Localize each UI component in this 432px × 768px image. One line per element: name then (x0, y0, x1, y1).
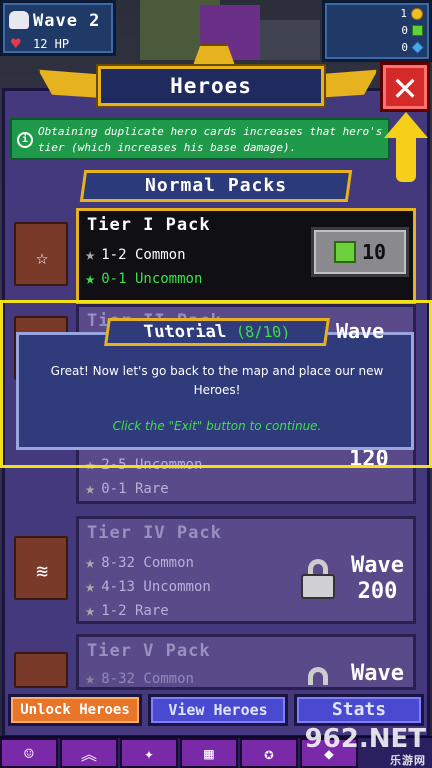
star-icon: ★ (85, 479, 96, 499)
nav-hero-icon[interactable]: ☺ (0, 738, 58, 768)
pack-cost: 10 (361, 240, 387, 264)
buy-pack-button[interactable]: 10 (311, 227, 409, 277)
pack-book-icon (14, 652, 68, 688)
pack-odds: 8-32 Common (101, 555, 194, 571)
star-icon: ★ (85, 245, 96, 265)
coin-icon (411, 7, 423, 20)
blue-gem-icon (411, 41, 424, 54)
tutorial-progress: (8/10) (234, 323, 292, 341)
star-icon: ★ (85, 269, 96, 289)
pack-odds: 0-1 Uncommon (101, 271, 203, 287)
pack-book-icon: ☆ (14, 222, 68, 286)
green-gem-icon (333, 241, 356, 263)
nav-shop-icon[interactable]: ▦ (180, 738, 238, 768)
wave-label: Wave (351, 661, 404, 686)
watermark: 962.NET 乐游网 (304, 724, 426, 767)
pack-name: Tier V Pack (87, 641, 211, 661)
watermark-sub: 乐游网 (390, 754, 426, 767)
pack-odds: 1-2 Rare (101, 603, 169, 619)
tutorial-hint: Click the "Exit" button to continue. (112, 419, 322, 433)
skull-icon (9, 11, 29, 29)
pack-odds: 1-2 Common (101, 247, 186, 263)
pack-name: Tier I Pack (87, 215, 211, 235)
close-button[interactable]: ✕ (380, 62, 430, 112)
pack-name: Tier IV Pack (87, 523, 222, 543)
green-gem-icon (412, 25, 423, 36)
tutorial-title: Tutorial (8/10) (104, 318, 330, 346)
pack-odds: 4-13 Uncommon (101, 579, 211, 595)
stats-button[interactable]: Stats (294, 694, 424, 726)
view-heroes-button[interactable]: View Heroes (148, 694, 288, 726)
wave-requirement: Wave 200 (351, 553, 404, 605)
heart-icon: ♥ (11, 34, 21, 53)
watermark-text: 962.NET (304, 724, 426, 754)
star-icon: ★ (85, 577, 96, 597)
nav-medal-icon[interactable]: ✪ (240, 738, 298, 768)
lock-icon (301, 667, 335, 689)
pack-card[interactable]: Tier I Pack ★ 1-2 Common ★ 0-1 Uncommon 10 (76, 208, 416, 304)
wave-label: Wave (351, 553, 404, 578)
pack-card[interactable]: Tier V Pack ★ 8-32 Common Wave (76, 634, 416, 690)
wave-counter: Wave 2 (33, 11, 101, 31)
tutorial-title-text: Tutorial (142, 322, 228, 342)
wave-label: Wave (336, 319, 385, 343)
nav-upgrade-icon[interactable]: ︽ (60, 738, 118, 768)
wave-value: 200 (357, 579, 398, 604)
wave-requirement: Wave (336, 318, 384, 344)
green-gem-count: 0 (401, 24, 408, 37)
section-header: Normal Packs (79, 170, 353, 202)
pack-odds: 8-32 Common (101, 671, 194, 687)
wave-requirement: Wave (351, 661, 404, 687)
page-title: Heroes (96, 64, 326, 108)
hp-counter: 12 HP (33, 37, 70, 51)
arrow-up-icon (384, 112, 428, 186)
blue-gem-count: 0 (401, 41, 408, 54)
pack-odds: 0-1 Rare (101, 481, 169, 497)
info-icon: i (17, 132, 33, 148)
info-banner: i Obtaining duplicate hero cards increas… (10, 118, 390, 160)
wave-hud: Wave 2 ♥ 12 HP (0, 0, 116, 56)
map-tile (260, 20, 320, 60)
lock-icon (301, 559, 335, 599)
nav-stars-icon[interactable]: ✦ (120, 738, 178, 768)
pack-card[interactable]: Tier IV Pack ★ 8-32 Common ★ 4-13 Uncommon… (76, 516, 416, 624)
star-icon: ★ (85, 601, 96, 621)
info-text: Obtaining duplicate hero cards increases… (38, 125, 383, 154)
coin-count: 1 (400, 7, 407, 20)
tutorial-message: Great! Now let's go back to the map and … (50, 364, 384, 397)
action-bar: Unlock Heroes View Heroes Stats (8, 694, 424, 726)
star-icon: ★ (85, 669, 96, 689)
currency-hud: 1 0 0 (322, 0, 432, 62)
close-icon: ✕ (392, 64, 418, 110)
unlock-heroes-button[interactable]: Unlock Heroes (8, 694, 142, 726)
star-icon: ★ (85, 553, 96, 573)
pack-book-icon: ≋ (14, 536, 68, 600)
